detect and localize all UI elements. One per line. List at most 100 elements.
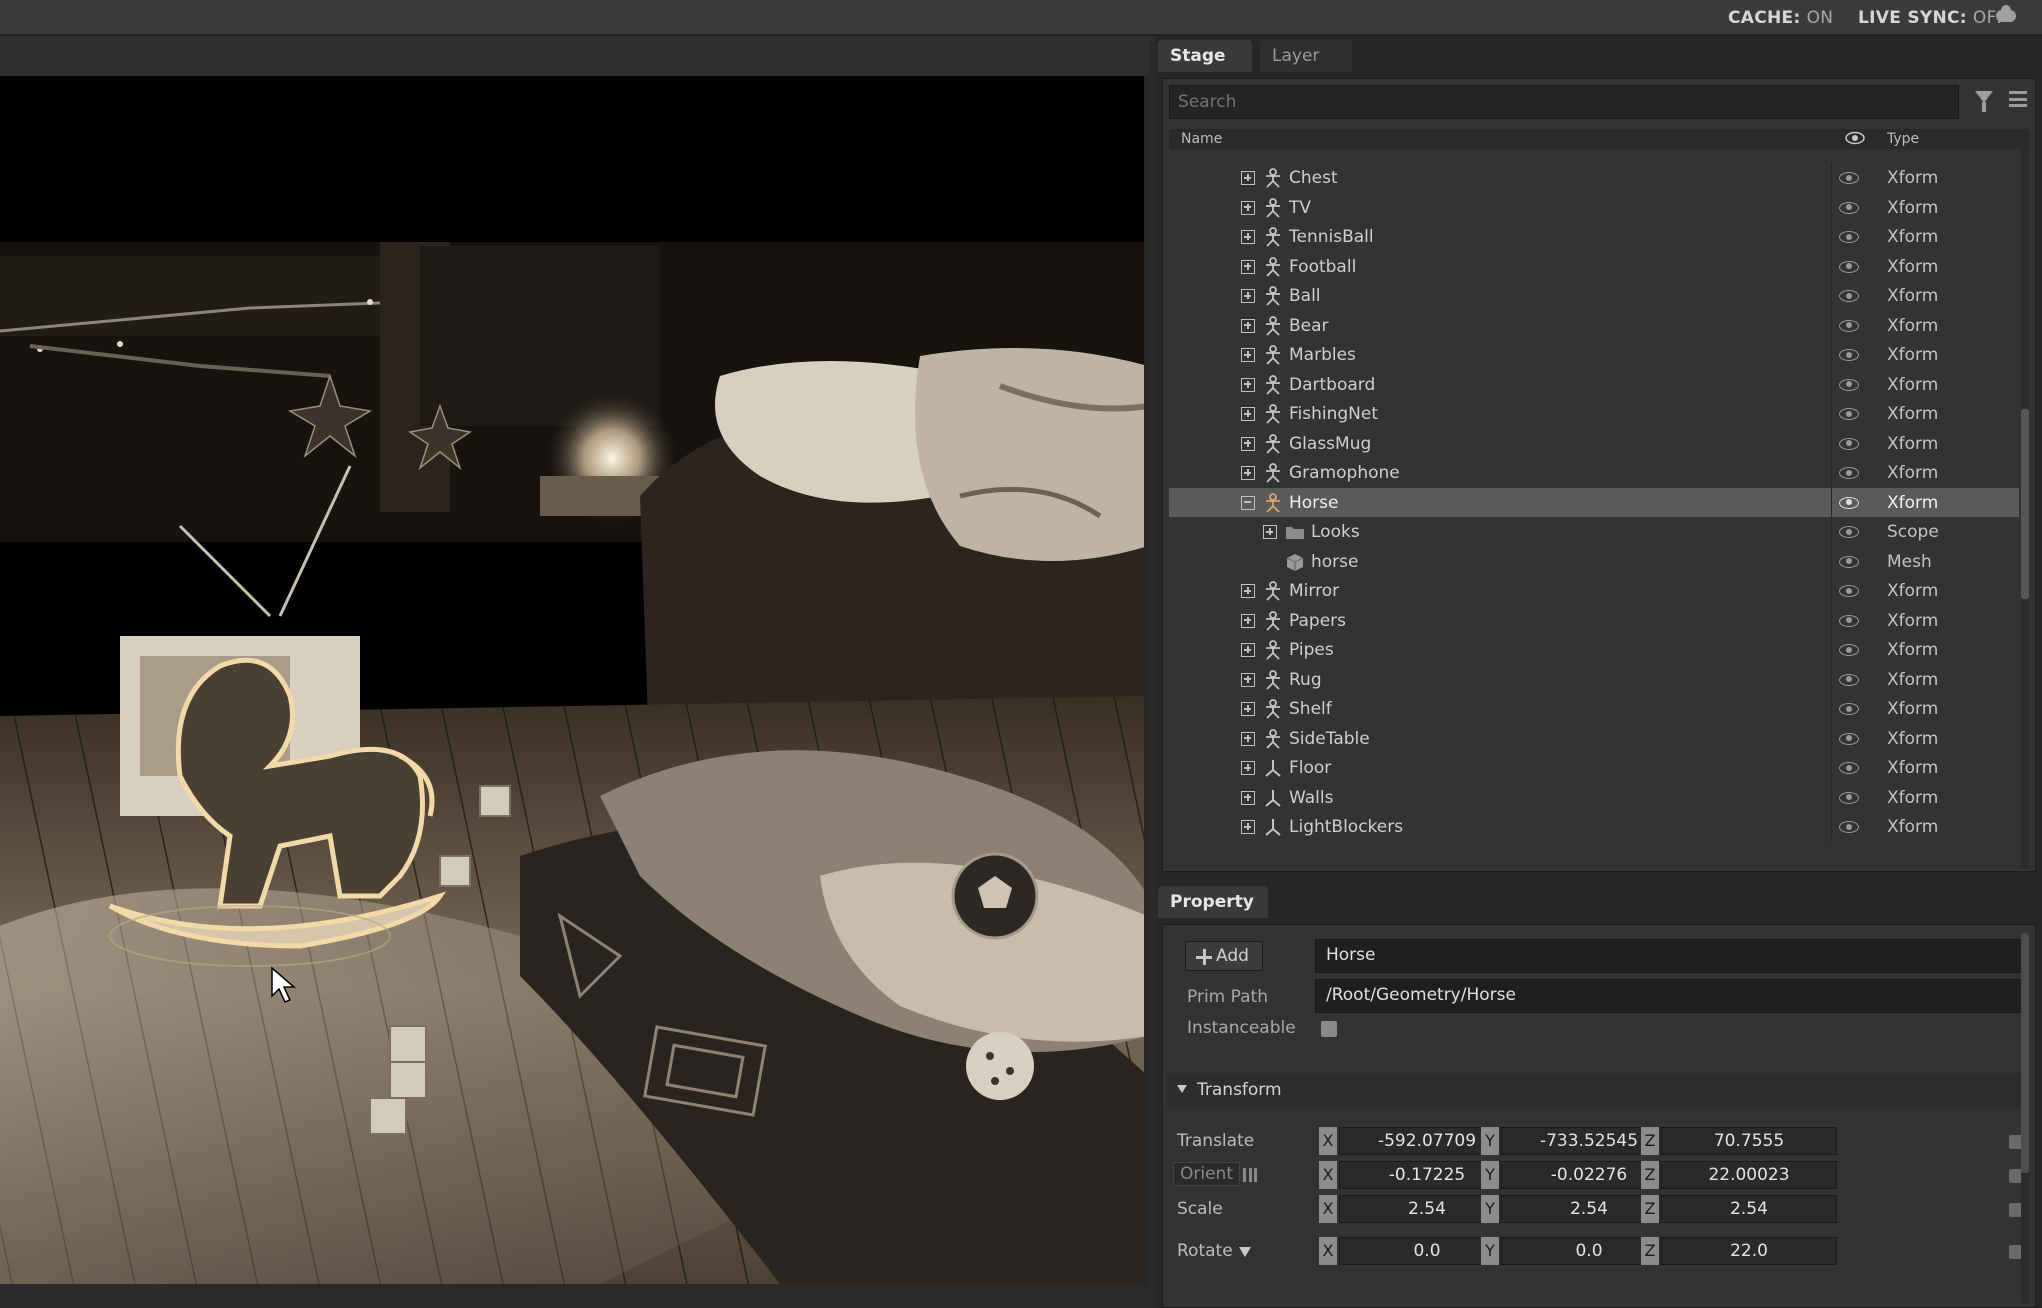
cloud-icon[interactable] xyxy=(1996,5,2016,22)
prim-path-field[interactable]: /Root/Geometry/Horse xyxy=(1315,979,2025,1013)
visibility-eye-icon[interactable] xyxy=(1839,555,1859,568)
transform-row-label[interactable]: Rotate xyxy=(1177,1241,1233,1261)
visibility-eye-icon[interactable] xyxy=(1839,762,1859,774)
visibility-eye-icon[interactable] xyxy=(1839,585,1859,597)
expand-plus-icon[interactable] xyxy=(1241,702,1255,716)
instanceable-checkbox[interactable] xyxy=(1321,1021,1337,1037)
visibility-eye-icon[interactable] xyxy=(1839,732,1859,745)
expand-plus-icon[interactable] xyxy=(1241,731,1255,746)
tab-property[interactable]: Property xyxy=(1158,886,1268,918)
expand-plus-icon[interactable] xyxy=(1241,259,1255,274)
tree-row[interactable]: GlassMug Xform xyxy=(1169,428,2019,458)
visibility-eye-icon[interactable] xyxy=(1839,437,1859,450)
expand-plus-icon[interactable] xyxy=(1241,318,1255,333)
tree-row[interactable]: LightBlockers Xform xyxy=(1169,812,2019,842)
visibility-eye-icon[interactable] xyxy=(1839,496,1859,509)
expand-plus-icon[interactable] xyxy=(1241,584,1255,598)
tree-row[interactable]: Shelf Xform xyxy=(1169,694,2019,724)
tree-row[interactable]: Walls Xform xyxy=(1169,782,2019,812)
visibility-eye-icon[interactable] xyxy=(1839,408,1859,420)
transform-row-label[interactable]: Orient xyxy=(1173,1162,1240,1186)
tree-row[interactable]: FishingNet Xform xyxy=(1169,399,2019,429)
visibility-eye-icon[interactable] xyxy=(1839,172,1859,184)
tree-row[interactable]: Marbles Xform xyxy=(1169,340,2019,370)
column-name-header[interactable]: Name xyxy=(1181,131,1222,147)
search-input[interactable] xyxy=(1169,85,1959,119)
translate-z-field[interactable]: 70.7555 xyxy=(1661,1127,1837,1155)
tree-row[interactable]: TV Xform xyxy=(1169,192,2019,222)
visibility-eye-icon[interactable] xyxy=(1839,673,1859,686)
tree-row[interactable]: Football Xform xyxy=(1169,251,2019,281)
rotate-z-field[interactable]: 22.0 xyxy=(1661,1237,1837,1265)
expand-plus-icon[interactable] xyxy=(1241,230,1255,244)
expand-plus-icon[interactable] xyxy=(1241,407,1255,421)
hamburger-menu-icon[interactable] xyxy=(2009,91,2027,107)
column-type-header[interactable]: Type xyxy=(1887,131,1919,147)
property-scrollbar-thumb[interactable] xyxy=(2021,933,2029,1173)
tree-scrollbar-thumb[interactable] xyxy=(2021,409,2029,599)
expand-plus-icon[interactable] xyxy=(1241,200,1255,215)
tree-row[interactable]: Chest Xform xyxy=(1169,163,2019,193)
tab-layer[interactable]: Layer xyxy=(1260,40,1352,72)
tree-row[interactable]: Horse Xform xyxy=(1169,487,2019,517)
tree-row[interactable]: Ball Xform xyxy=(1169,281,2019,311)
expand-plus-icon[interactable] xyxy=(1241,613,1255,628)
tree-scrollbar[interactable] xyxy=(2021,149,2029,869)
expand-plus-icon[interactable] xyxy=(1241,643,1255,657)
visibility-eye-icon[interactable] xyxy=(1839,231,1859,243)
tree-row[interactable]: horse Mesh xyxy=(1169,546,2019,576)
add-button[interactable]: Add xyxy=(1185,941,1263,971)
expand-plus-icon[interactable] xyxy=(1241,761,1255,775)
tree-row[interactable]: Mirror Xform xyxy=(1169,576,2019,606)
expand-plus-icon[interactable] xyxy=(1241,466,1255,480)
column-visibility-header[interactable] xyxy=(1845,131,1865,149)
transform-section-header[interactable]: Transform xyxy=(1167,1073,2029,1109)
orient-mode-icon[interactable] xyxy=(1243,1168,1257,1182)
visibility-eye-icon[interactable] xyxy=(1839,319,1859,332)
tree-row[interactable]: Bear Xform xyxy=(1169,310,2019,340)
expand-plus-icon[interactable] xyxy=(1241,820,1255,834)
tree-row[interactable]: Rug Xform xyxy=(1169,664,2019,694)
visibility-eye-icon[interactable] xyxy=(1839,644,1859,656)
tree-row[interactable]: SideTable Xform xyxy=(1169,723,2019,753)
visibility-eye-icon[interactable] xyxy=(1839,349,1859,361)
visibility-eye-icon[interactable] xyxy=(1839,378,1859,391)
filter-icon[interactable] xyxy=(1975,91,1993,112)
tree-row[interactable]: TennisBall Xform xyxy=(1169,222,2019,252)
xform-figure-icon xyxy=(1266,374,1280,395)
viewport[interactable] xyxy=(0,76,1148,1284)
expand-plus-icon[interactable] xyxy=(1241,672,1255,687)
expand-plus-icon[interactable] xyxy=(1263,525,1277,539)
tree-row[interactable]: Papers Xform xyxy=(1169,605,2019,635)
visibility-eye-icon[interactable] xyxy=(1839,201,1859,214)
expand-plus-icon[interactable] xyxy=(1241,790,1255,805)
tree-row[interactable]: Pipes Xform xyxy=(1169,635,2019,665)
visibility-eye-icon[interactable] xyxy=(1839,703,1859,715)
tab-stage[interactable]: Stage xyxy=(1158,40,1252,72)
collapse-minus-icon[interactable] xyxy=(1241,495,1255,510)
live-sync-label: LIVE SYNC: xyxy=(1858,8,1967,28)
tree-row[interactable]: Dartboard Xform xyxy=(1169,369,2019,399)
visibility-eye-icon[interactable] xyxy=(1839,526,1859,538)
prim-path-label: Prim Path xyxy=(1187,987,1268,1007)
tree-row[interactable]: Floor Xform xyxy=(1169,753,2019,783)
expand-plus-icon[interactable] xyxy=(1241,348,1255,362)
property-scrollbar[interactable] xyxy=(2021,933,2029,1303)
expand-plus-icon[interactable] xyxy=(1241,289,1255,303)
tree-row[interactable]: Looks Scope xyxy=(1169,517,2019,547)
expand-plus-icon[interactable] xyxy=(1241,436,1255,451)
visibility-eye-icon[interactable] xyxy=(1839,467,1859,479)
expand-plus-icon[interactable] xyxy=(1241,171,1255,185)
live-sync-status[interactable]: LIVE SYNC: OFF xyxy=(1858,8,2007,28)
orient-z-field[interactable]: 22.00023 xyxy=(1661,1161,1837,1189)
expand-plus-icon[interactable] xyxy=(1241,377,1255,392)
scale-z-field[interactable]: 2.54 xyxy=(1661,1195,1837,1223)
visibility-eye-icon[interactable] xyxy=(1839,290,1859,302)
prim-name-field[interactable]: Horse xyxy=(1315,939,2025,973)
rotate-dropdown-icon[interactable] xyxy=(1239,1247,1251,1257)
visibility-eye-icon[interactable] xyxy=(1839,260,1859,273)
visibility-eye-icon[interactable] xyxy=(1839,791,1859,804)
tree-row[interactable]: Gramophone Xform xyxy=(1169,458,2019,488)
visibility-eye-icon[interactable] xyxy=(1839,614,1859,627)
visibility-eye-icon[interactable] xyxy=(1839,821,1859,833)
